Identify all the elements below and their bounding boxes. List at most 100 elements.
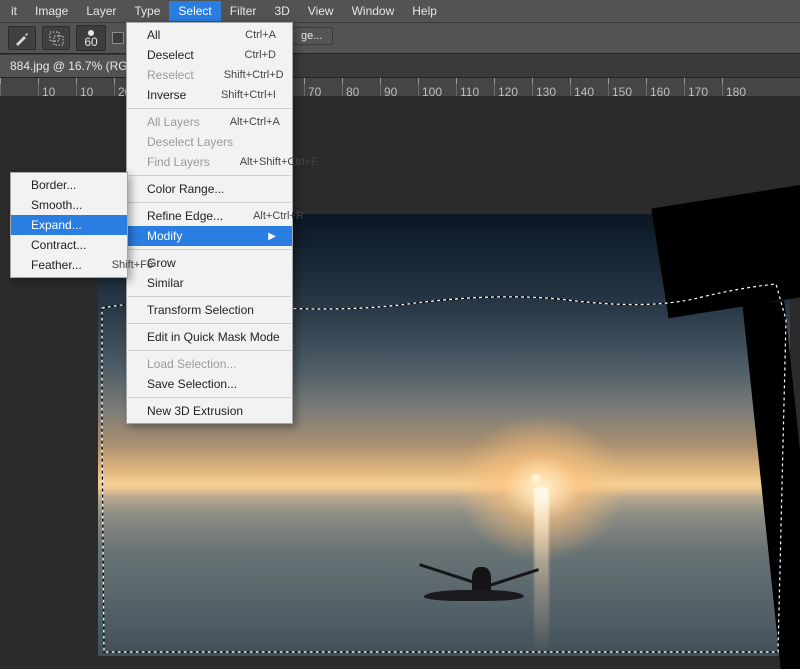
menu-item-type[interactable]: Type xyxy=(125,1,169,21)
menu-item-label: Load Selection... xyxy=(147,357,236,371)
menu-separator xyxy=(128,397,291,398)
select-menu-item-deselect-layers: Deselect Layers xyxy=(127,132,292,152)
menu-bar: itImageLayerTypeSelectFilter3DViewWindow… xyxy=(0,0,800,22)
menu-item-label: Deselect xyxy=(147,48,194,62)
select-menu-item-edit-in-quick-mask-mode[interactable]: Edit in Quick Mask Mode xyxy=(127,327,292,347)
select-menu-item-deselect[interactable]: Deselect Ctrl+D xyxy=(127,45,292,65)
ruler-tick: 10 xyxy=(76,78,114,96)
menu-item-view[interactable]: View xyxy=(299,1,343,21)
menu-item-window[interactable]: Window xyxy=(343,1,404,21)
menu-item-it[interactable]: it xyxy=(2,1,26,21)
menu-item-layer[interactable]: Layer xyxy=(77,1,125,21)
menu-item-image[interactable]: Image xyxy=(26,1,77,21)
menu-separator xyxy=(128,175,291,176)
select-menu-item-save-selection[interactable]: Save Selection... xyxy=(127,374,292,394)
menu-item-filter[interactable]: Filter xyxy=(221,1,266,21)
selection-mode-button[interactable] xyxy=(42,26,70,50)
document-tab-bar: 884.jpg @ 16.7% (RGB/8) * × xyxy=(0,54,800,78)
menu-item-shortcut: Shift+Ctrl+D xyxy=(194,69,284,81)
menu-item-label: Color Range... xyxy=(147,182,224,196)
menu-item-label: Edit in Quick Mask Mode xyxy=(147,330,280,344)
menu-separator xyxy=(128,323,291,324)
photo-sun xyxy=(530,473,542,485)
horizontal-ruler: 1010203040506070809010011012013014015016… xyxy=(0,78,800,96)
select-menu-item-transform-selection[interactable]: Transform Selection xyxy=(127,300,292,320)
menu-item-label: Feather... xyxy=(31,258,82,272)
menu-item-shortcut: Shift+Ctrl+I xyxy=(191,89,276,101)
menu-item-label: Reselect xyxy=(147,68,194,82)
menu-separator xyxy=(128,296,291,297)
menu-item-label: Contract... xyxy=(31,238,86,252)
modify-menu-item-smooth[interactable]: Smooth... xyxy=(11,195,127,215)
menu-item-shortcut: Alt+Ctrl+R xyxy=(223,210,304,222)
modify-submenu: Border... Smooth... Expand... Contract... Fe… xyxy=(10,172,128,278)
ruler-tick: 180 xyxy=(722,78,760,96)
ruler-tick: 80 xyxy=(342,78,380,96)
ruler-tick: 130 xyxy=(532,78,570,96)
brush-size-value: 60 xyxy=(84,37,97,47)
select-menu-item-all[interactable]: All Ctrl+A xyxy=(127,25,292,45)
ruler-tick: 170 xyxy=(684,78,722,96)
ruler-tick: 150 xyxy=(608,78,646,96)
menu-item-shortcut: Alt+Ctrl+A xyxy=(200,116,280,128)
menu-item-select[interactable]: Select xyxy=(169,1,220,21)
modify-menu-item-border[interactable]: Border... xyxy=(11,175,127,195)
ruler-tick: 90 xyxy=(380,78,418,96)
select-menu-item-similar[interactable]: Similar xyxy=(127,273,292,293)
menu-item-label: Deselect Layers xyxy=(147,135,233,149)
menu-item-3d[interactable]: 3D xyxy=(265,1,298,21)
menu-item-help[interactable]: Help xyxy=(403,1,446,21)
select-menu-item-load-selection: Load Selection... xyxy=(127,354,292,374)
sample-all-layers-checkbox[interactable] xyxy=(112,32,124,44)
menu-item-label: All Layers xyxy=(147,115,200,129)
menu-item-shortcut: Alt+Shift+Ctrl+F xyxy=(210,156,318,168)
photo-dark-region xyxy=(651,185,800,318)
select-menu-item-all-layers: All LayersAlt+Ctrl+A xyxy=(127,112,292,132)
menu-item-label: Find Layers xyxy=(147,155,210,169)
select-menu-item-inverse[interactable]: Inverse Shift+Ctrl+I xyxy=(127,85,292,105)
tool-preset-picker[interactable] xyxy=(8,26,36,50)
wand-icon xyxy=(14,30,30,46)
refine-edge-option-button[interactable]: ge... xyxy=(290,27,333,45)
select-menu-item-new-3d-extrusion[interactable]: New 3D Extrusion xyxy=(127,401,292,421)
menu-separator xyxy=(128,202,291,203)
menu-item-label: Save Selection... xyxy=(147,377,237,391)
menu-item-label: Refine Edge... xyxy=(147,209,223,223)
menu-item-label: Expand... xyxy=(31,218,82,232)
modify-menu-item-expand[interactable]: Expand... xyxy=(11,215,127,235)
modify-menu-item-contract[interactable]: Contract... xyxy=(11,235,127,255)
ruler-tick: 70 xyxy=(304,78,342,96)
ruler-tick: 110 xyxy=(456,78,494,96)
select-menu-item-color-range[interactable]: Color Range... xyxy=(127,179,292,199)
menu-item-label: Similar xyxy=(147,276,184,290)
ruler-tick: 100 xyxy=(418,78,456,96)
menu-item-label: Inverse xyxy=(147,88,186,102)
menu-item-label: New 3D Extrusion xyxy=(147,404,243,418)
menu-item-shortcut: Shift+F6 xyxy=(82,259,153,271)
select-menu-item-find-layers: Find LayersAlt+Shift+Ctrl+F xyxy=(127,152,292,172)
ruler-tick: 160 xyxy=(646,78,684,96)
menu-separator xyxy=(128,350,291,351)
submenu-arrow-icon: ▶ xyxy=(238,231,276,242)
select-menu-item-reselect: ReselectShift+Ctrl+D xyxy=(127,65,292,85)
options-bar: 60 Sam ge... xyxy=(0,22,800,54)
ruler-tick: 120 xyxy=(494,78,532,96)
ruler-tick xyxy=(0,78,38,96)
menu-item-shortcut: Ctrl+A xyxy=(215,29,276,41)
menu-item-label: Transform Selection xyxy=(147,303,254,317)
ruler-tick: 140 xyxy=(570,78,608,96)
photo-kayak xyxy=(402,554,554,616)
select-menu-item-refine-edge[interactable]: Refine Edge...Alt+Ctrl+R xyxy=(127,206,292,226)
menu-item-label: Border... xyxy=(31,178,76,192)
menu-item-shortcut: Ctrl+D xyxy=(215,49,276,61)
menu-item-label: Modify xyxy=(147,229,182,243)
selection-add-icon xyxy=(48,30,64,46)
select-menu-item-modify[interactable]: Modify ▶ xyxy=(127,226,292,246)
menu-item-label: All xyxy=(147,28,160,42)
brush-size-picker[interactable]: 60 xyxy=(76,25,106,51)
menu-separator xyxy=(128,249,291,250)
ruler-tick: 10 xyxy=(38,78,76,96)
modify-menu-item-feather[interactable]: Feather...Shift+F6 xyxy=(11,255,127,275)
menu-separator xyxy=(128,108,291,109)
select-menu-dropdown: AllCtrl+ADeselectCtrl+DReselectShift+Ctr… xyxy=(126,22,293,424)
